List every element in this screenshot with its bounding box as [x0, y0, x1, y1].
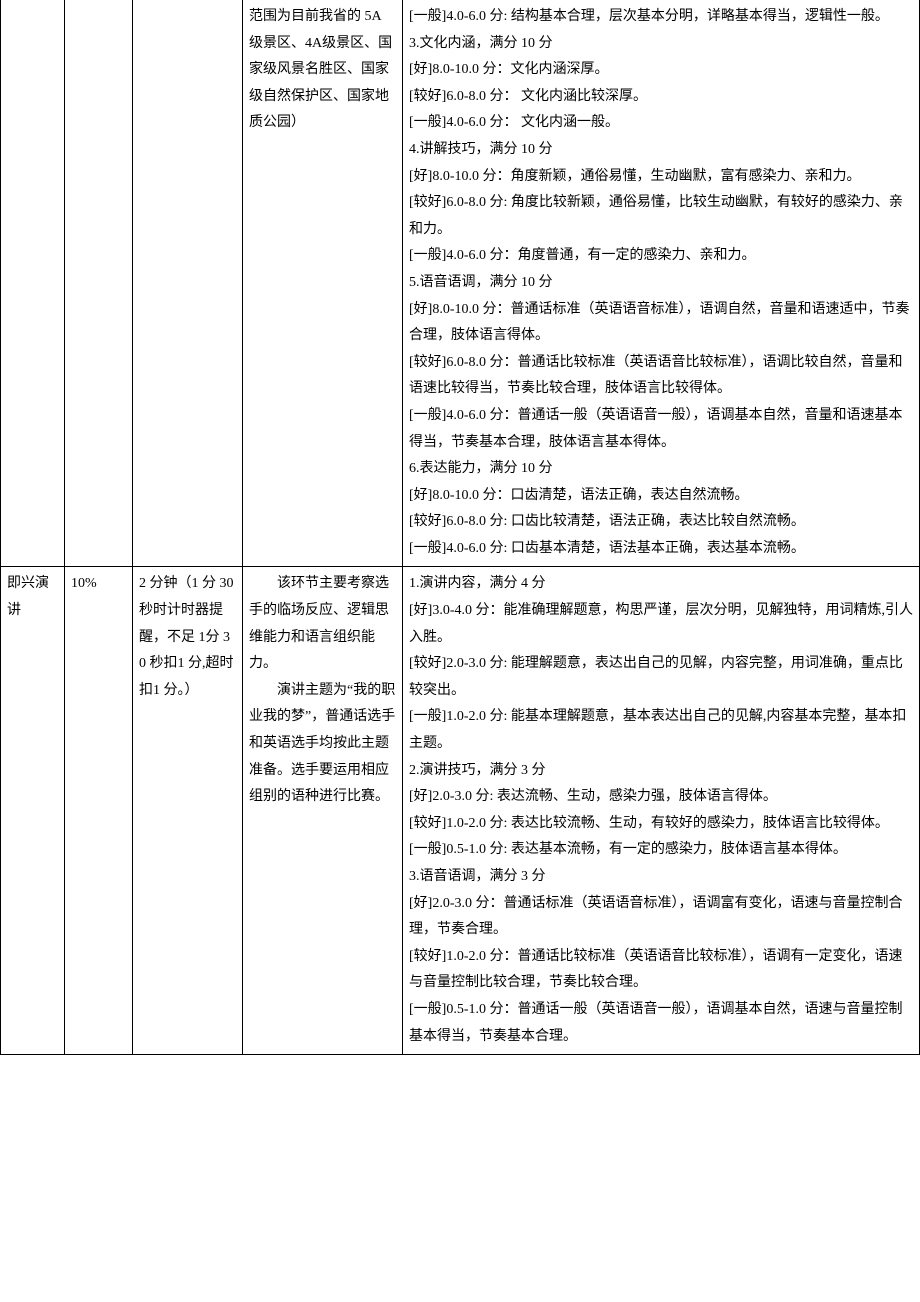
criteria-line: 3.语音语调，满分 3 分 — [409, 864, 913, 891]
criteria-line: [好]8.0-10.0 分：普通话标准（英语语音标准），语调自然，音量和语速适中… — [409, 297, 913, 350]
criteria-line: [较好]1.0-2.0 分：普通话比较标准（英语语音比较标准），语调有一定变化，… — [409, 944, 913, 997]
criteria-line: [较好]6.0-8.0 分： 文化内涵比较深厚。 — [409, 84, 913, 111]
evaluation-table: 范围为目前我省的 5A 级景区、4A级景区、国家级风景名胜区、国家级自然保护区、… — [0, 0, 920, 1055]
table-row: 即兴演讲 10% 2 分钟（1 分 30 秒时计时器提醒，不足 1分 30 秒扣… — [1, 567, 920, 1055]
criteria-line: [较好]6.0-8.0 分：普通话比较标准（英语语音比较标准），语调比较自然，音… — [409, 350, 913, 403]
criteria-line: [好]8.0-10.0 分：口齿清楚，语法正确，表达自然流畅。 — [409, 483, 913, 510]
description-paragraph: 演讲主题为“我的职业我的梦”，普通话选手和英语选手均按此主题准备。选手要运用相应… — [249, 678, 396, 811]
cell-criteria: [一般]4.0-6.0 分: 结构基本合理，层次基本分明，详略基本得当，逻辑性一… — [403, 0, 920, 567]
criteria-line: 6.表达能力，满分 10 分 — [409, 456, 913, 483]
document-page: 范围为目前我省的 5A 级景区、4A级景区、国家级风景名胜区、国家级自然保护区、… — [0, 0, 920, 1055]
cell-criteria: 1.演讲内容，满分 4 分 [好]3.0-4.0 分：能准确理解题意，构思严谨，… — [403, 567, 920, 1055]
criteria-line: [较好]2.0-3.0 分: 能理解题意，表达出自己的见解，内容完整，用词准确，… — [409, 651, 913, 704]
criteria-line: 3.文化内涵，满分 10 分 — [409, 31, 913, 58]
cell-time — [133, 0, 243, 567]
criteria-line: [一般]0.5-1.0 分：普通话一般（英语语音一般），语调基本自然，语速与音量… — [409, 997, 913, 1050]
cell-time: 2 分钟（1 分 30 秒时计时器提醒，不足 1分 30 秒扣1 分,超时扣1 … — [133, 567, 243, 1055]
cell-description: 该环节主要考察选手的临场反应、逻辑思维能力和语言组织能力。 演讲主题为“我的职业… — [243, 567, 403, 1055]
cell-description: 范围为目前我省的 5A 级景区、4A级景区、国家级风景名胜区、国家级自然保护区、… — [243, 0, 403, 567]
criteria-line: 5.语音语调，满分 10 分 — [409, 270, 913, 297]
criteria-line: [好]8.0-10.0 分：角度新颖，通俗易懂，生动幽默，富有感染力、亲和力。 — [409, 164, 913, 191]
criteria-line: [好]8.0-10.0 分：文化内涵深厚。 — [409, 57, 913, 84]
criteria-line: 4.讲解技巧，满分 10 分 — [409, 137, 913, 164]
cell-weight — [65, 0, 133, 567]
criteria-line: [好]2.0-3.0 分: 表达流畅、生动，感染力强，肢体语言得体。 — [409, 784, 913, 811]
cell-category: 即兴演讲 — [1, 567, 65, 1055]
criteria-line: [一般]4.0-6.0 分： 文化内涵一般。 — [409, 110, 913, 137]
criteria-line: [好]3.0-4.0 分：能准确理解题意，构思严谨，层次分明，见解独特，用词精炼… — [409, 598, 913, 651]
criteria-line: [好]2.0-3.0 分：普通话标准（英语语音标准），语调富有变化，语速与音量控… — [409, 891, 913, 944]
criteria-line: [一般]4.0-6.0 分：普通话一般（英语语音一般），语调基本自然，音量和语速… — [409, 403, 913, 456]
criteria-line: [一般]4.0-6.0 分: 结构基本合理，层次基本分明，详略基本得当，逻辑性一… — [409, 4, 913, 31]
criteria-line: [较好]6.0-8.0 分: 口齿比较清楚，语法正确，表达比较自然流畅。 — [409, 509, 913, 536]
criteria-line: [一般]4.0-6.0 分: 口齿基本清楚，语法基本正确，表达基本流畅。 — [409, 536, 913, 563]
criteria-line: [一般]0.5-1.0 分: 表达基本流畅，有一定的感染力，肢体语言基本得体。 — [409, 837, 913, 864]
criteria-line: [一般]4.0-6.0 分：角度普通，有一定的感染力、亲和力。 — [409, 243, 913, 270]
description-paragraph: 该环节主要考察选手的临场反应、逻辑思维能力和语言组织能力。 — [249, 571, 396, 677]
cell-weight: 10% — [65, 567, 133, 1055]
table-row: 范围为目前我省的 5A 级景区、4A级景区、国家级风景名胜区、国家级自然保护区、… — [1, 0, 920, 567]
cell-category — [1, 0, 65, 567]
criteria-line: [较好]1.0-2.0 分: 表达比较流畅、生动，有较好的感染力，肢体语言比较得… — [409, 811, 913, 838]
criteria-line: [较好]6.0-8.0 分: 角度比较新颖，通俗易懂，比较生动幽默，有较好的感染… — [409, 190, 913, 243]
criteria-line: 1.演讲内容，满分 4 分 — [409, 571, 913, 598]
criteria-line: [一般]1.0-2.0 分: 能基本理解题意，基本表达出自己的见解,内容基本完整… — [409, 704, 913, 757]
criteria-line: 2.演讲技巧，满分 3 分 — [409, 758, 913, 785]
